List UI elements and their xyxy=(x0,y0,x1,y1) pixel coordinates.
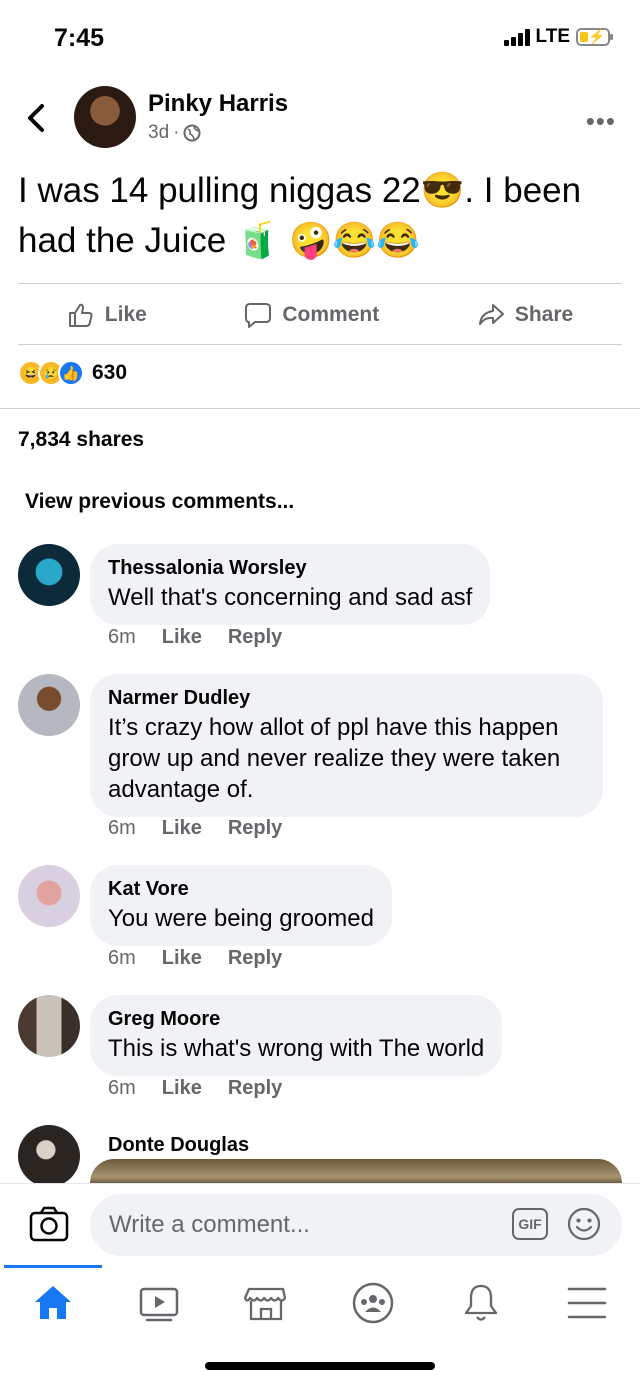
post-text: I was 14 pulling niggas 22😎. I been had … xyxy=(18,171,582,260)
like-label: Like xyxy=(104,303,147,326)
comment-actions: 6m Like Reply xyxy=(108,1077,282,1100)
comment-text: It’s crazy how allot of ppl have this ha… xyxy=(108,714,561,803)
watch-icon[interactable] xyxy=(137,1281,181,1325)
clock: 7:45 xyxy=(54,24,105,52)
notifications-icon[interactable] xyxy=(459,1281,503,1325)
comment-icon xyxy=(245,303,272,328)
meta-separator: · xyxy=(173,122,180,143)
groups-icon[interactable] xyxy=(351,1281,395,1325)
commenter-avatar[interactable] xyxy=(18,674,80,736)
home-icon[interactable] xyxy=(31,1281,75,1325)
comment-bubble[interactable]: Narmer Dudley It’s crazy how allot of pp… xyxy=(90,674,603,817)
comment-time: 6m xyxy=(108,817,136,839)
comment-time: 6m xyxy=(108,626,136,648)
like-reaction-icon: 👍 xyxy=(58,360,84,386)
thumbs-up-icon xyxy=(68,303,93,327)
reaction-count: 630 xyxy=(92,361,128,384)
post-header: Pinky Harris 3d · ••• xyxy=(0,84,640,154)
comment-bubble[interactable]: Thessalonia Worsley Well that's concerni… xyxy=(90,544,491,625)
commenter-avatar[interactable] xyxy=(18,1125,80,1187)
comment-text: You were being groomed xyxy=(108,905,374,932)
back-icon[interactable] xyxy=(22,98,52,138)
post-meta: 3d · xyxy=(148,122,201,144)
network-type: LTE xyxy=(535,26,570,47)
comment-composer: Write a comment... GIF xyxy=(0,1183,640,1265)
author-name[interactable]: Pinky Harris xyxy=(148,90,288,118)
comment-reply-button[interactable]: Reply xyxy=(228,947,282,970)
gif-button[interactable]: GIF xyxy=(512,1208,548,1240)
comment-label: Comment xyxy=(282,303,380,326)
globe-icon xyxy=(183,124,201,142)
marketplace-icon[interactable] xyxy=(244,1281,288,1325)
like-button[interactable]: Like xyxy=(67,301,147,329)
active-tab-indicator xyxy=(4,1265,102,1268)
comment-text: This is what's wrong with The world xyxy=(108,1035,485,1062)
comment-reply-button[interactable]: Reply xyxy=(228,817,282,840)
commenter-avatar[interactable] xyxy=(18,544,80,606)
comment-time: 6m xyxy=(108,947,136,969)
more-options-icon[interactable]: ••• xyxy=(586,106,616,137)
menu-icon[interactable] xyxy=(565,1281,609,1325)
comment-like-button[interactable]: Like xyxy=(162,947,202,970)
share-label: Share xyxy=(514,303,574,326)
comment-time: 6m xyxy=(108,1077,136,1099)
comment-text: Well that's concerning and sad asf xyxy=(108,584,473,611)
comment-like-button[interactable]: Like xyxy=(162,817,202,840)
divider-bottom xyxy=(18,344,622,345)
comment-input[interactable]: Write a comment... GIF xyxy=(90,1194,622,1256)
camera-icon[interactable] xyxy=(28,1204,70,1244)
bottom-tab-bar xyxy=(0,1265,640,1340)
share-icon xyxy=(478,304,504,325)
comment-like-button[interactable]: Like xyxy=(162,626,202,649)
section-divider xyxy=(0,408,640,409)
comment-button[interactable]: Comment xyxy=(244,301,379,329)
comment-placeholder: Write a comment... xyxy=(109,1211,310,1238)
status-bar: 7:45 LTE ⚡ xyxy=(0,0,640,75)
commenter-name[interactable]: Donte Douglas xyxy=(108,1131,249,1159)
comment-bubble[interactable]: Kat Vore You were being groomed xyxy=(90,865,392,946)
divider-top xyxy=(18,283,622,284)
comment-bubble[interactable]: Greg Moore This is what's wrong with The… xyxy=(90,995,503,1076)
author-avatar[interactable] xyxy=(74,86,136,148)
comment-like-button[interactable]: Like xyxy=(162,1077,202,1100)
commenter-avatar[interactable] xyxy=(18,995,80,1057)
battery-icon: ⚡ xyxy=(576,28,613,46)
post-action-bar: Like Comment Share xyxy=(18,286,622,344)
commenter-name[interactable]: Narmer Dudley xyxy=(108,684,585,712)
view-previous-comments[interactable]: View previous comments... xyxy=(25,490,294,514)
home-indicator[interactable] xyxy=(205,1362,435,1370)
comment-actions: 6m Like Reply xyxy=(108,817,282,840)
comment-reply-button[interactable]: Reply xyxy=(228,1077,282,1100)
commenter-avatar[interactable] xyxy=(18,865,80,927)
signal-icon xyxy=(503,28,530,46)
commenter-name[interactable]: Kat Vore xyxy=(108,875,374,903)
share-button[interactable]: Share xyxy=(477,301,573,329)
comment-reply-button[interactable]: Reply xyxy=(228,626,282,649)
commenter-name[interactable]: Thessalonia Worsley xyxy=(108,554,472,582)
status-indicators: LTE ⚡ xyxy=(503,26,613,48)
reaction-summary[interactable]: 😆 😢 👍 630 xyxy=(18,360,127,386)
commenter-name[interactable]: Greg Moore xyxy=(108,1005,484,1033)
emoji-icon[interactable] xyxy=(566,1206,602,1242)
comment-actions: 6m Like Reply xyxy=(108,626,282,649)
share-count[interactable]: 7,834 shares xyxy=(18,428,144,452)
comment-actions: 6m Like Reply xyxy=(108,947,282,970)
post-age: 3d xyxy=(148,122,170,143)
